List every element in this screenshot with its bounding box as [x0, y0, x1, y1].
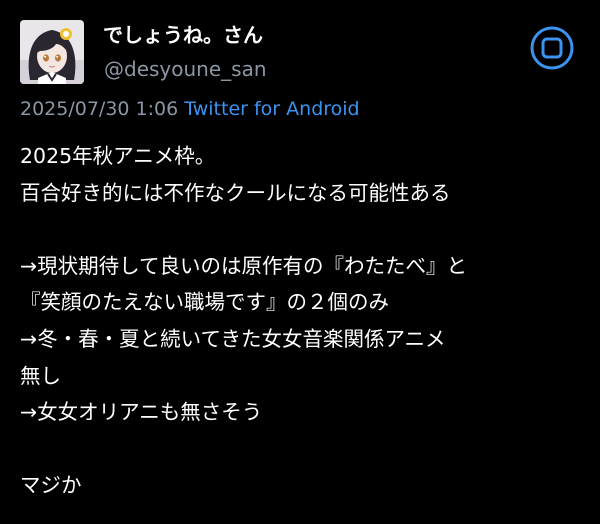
body-line: →現状期待して良いのは原作有の『わたたべ』と — [20, 253, 468, 278]
body-line: 2025年秋アニメ枠。 — [20, 144, 216, 168]
client-link[interactable]: Twitter for Android — [184, 98, 359, 120]
tweet-app-button[interactable] — [529, 25, 575, 71]
body-line: マジか — [20, 473, 82, 498]
timestamp[interactable]: 2025/07/30 1:06 — [20, 98, 178, 120]
tweet-card: でしょうね。さん @desyoune_san 2025/07/30 1:06 T… — [0, 0, 600, 524]
tweet-meta: 2025/07/30 1:06 Twitter for Android — [20, 96, 360, 122]
user-handle[interactable]: @desyoune_san — [104, 56, 267, 82]
body-line: →冬・春・夏と続いてきた女女音楽関係アニメ — [20, 326, 446, 351]
body-line — [20, 211, 585, 248]
body-line — [20, 431, 585, 468]
tweet-body: 2025年秋アニメ枠。 百合好き的には不作なクールになる可能性ある →現状期待し… — [20, 138, 585, 504]
tweet-app-icon — [530, 26, 574, 70]
avatar[interactable] — [20, 20, 84, 84]
body-line: 無し — [20, 363, 61, 388]
body-line: 『笑顔のたえない職場です』の２個のみ — [20, 290, 389, 315]
body-line: →女女オリアニも無さそう — [20, 400, 263, 425]
body-line: 百合好き的には不作なクールになる可能性ある — [20, 180, 451, 205]
avatar-image — [20, 20, 84, 84]
display-name[interactable]: でしょうね。さん — [103, 22, 263, 48]
